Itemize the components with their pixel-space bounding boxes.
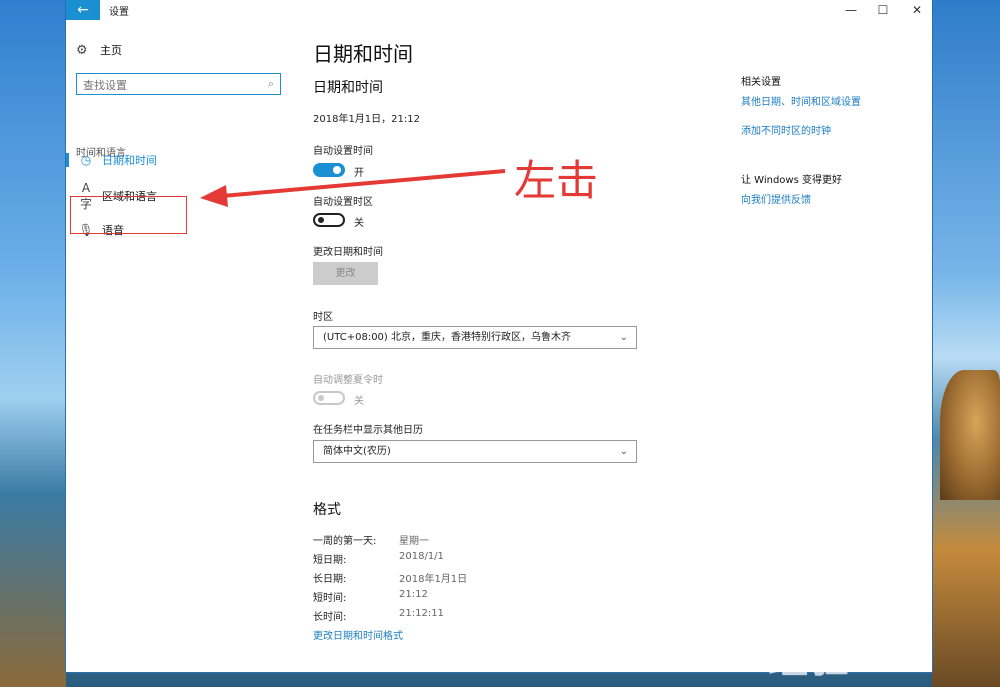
format-value: 星期一 xyxy=(399,536,429,547)
calendar-value: 简体中文(农历) xyxy=(323,446,391,457)
other-settings-link[interactable]: 其他日期、时间和区域设置 xyxy=(741,93,861,108)
maximize-button[interactable]: ☐ xyxy=(866,0,900,20)
watermark-logo: Bai du 经验 xyxy=(768,580,917,682)
minimize-button[interactable]: — xyxy=(834,0,868,20)
settings-window: ← 设置 — ☐ ✕ ⚙ 主页 ⌕ 时间和语言 ◷ 日期和时间 A字 区域和语言… xyxy=(66,0,932,672)
format-key: 一周的第一天: xyxy=(313,536,377,547)
section-title: 日期和时间 xyxy=(313,80,383,96)
watermark-url: jingyan.baidu.com xyxy=(768,634,924,652)
dst-toggle xyxy=(313,391,345,405)
page-title: 日期和时间 xyxy=(313,42,413,66)
search-box: ⌕ xyxy=(76,73,281,95)
baidu-jingyan-watermark: Bai du 经验 jingyan.baidu.com xyxy=(768,580,968,682)
auto-timezone-label: 自动设置时区 xyxy=(313,197,373,208)
change-datetime-label: 更改日期和时间 xyxy=(313,247,383,258)
format-value: 21:12 xyxy=(399,589,428,600)
window-title: 设置 xyxy=(109,7,129,18)
format-key: 短日期: xyxy=(313,555,347,566)
timezone-label: 时区 xyxy=(313,312,333,323)
annotation-highlight-box xyxy=(70,196,187,234)
home-link[interactable]: ⚙ 主页 xyxy=(76,42,122,58)
format-title: 格式 xyxy=(313,502,341,518)
improve-title: 让 Windows 变得更好 xyxy=(741,175,842,186)
format-value: 21:12:11 xyxy=(399,608,444,619)
auto-time-state: 开 xyxy=(354,168,364,179)
feedback-link[interactable]: 向我们提供反馈 xyxy=(741,191,811,206)
home-label: 主页 xyxy=(100,44,122,57)
format-value: 2018/1/1 xyxy=(399,551,444,562)
calendar-label: 在任务栏中显示其他日历 xyxy=(313,425,423,436)
timezone-select[interactable]: (UTC+08:00) 北京，重庆，香港特别行政区，乌鲁木齐 ⌄ xyxy=(313,326,637,349)
add-clocks-link[interactable]: 添加不同时区的时钟 xyxy=(741,122,831,137)
close-button[interactable]: ✕ xyxy=(900,0,934,20)
sidebar-item-label: 日期和时间 xyxy=(102,154,157,167)
desktop-background-left xyxy=(0,0,66,687)
auto-time-label: 自动设置时间 xyxy=(313,146,373,157)
annotation-text: 左击 xyxy=(514,156,599,205)
dst-label: 自动调整夏令时 xyxy=(313,375,383,386)
sidebar: ⚙ 主页 ⌕ 时间和语言 ◷ 日期和时间 A字 区域和语言 🎙 语音 xyxy=(66,20,296,672)
auto-time-toggle[interactable] xyxy=(313,163,345,177)
dst-state: 关 xyxy=(354,396,364,407)
format-key: 短时间: xyxy=(313,593,347,604)
gear-icon: ⚙ xyxy=(76,42,88,58)
search-icon[interactable]: ⌕ xyxy=(268,77,274,91)
change-datetime-button[interactable]: 更改 xyxy=(313,262,378,285)
related-title: 相关设置 xyxy=(741,77,781,88)
background-rock xyxy=(940,370,1000,500)
search-input[interactable] xyxy=(83,76,263,95)
format-key: 长时间: xyxy=(313,612,347,623)
timezone-value: (UTC+08:00) 北京，重庆，香港特别行政区，乌鲁木齐 xyxy=(323,332,572,343)
calendar-clock-icon: ◷ xyxy=(80,153,92,167)
back-button[interactable]: ← xyxy=(66,0,100,20)
format-value: 2018年1月1日 xyxy=(399,574,468,585)
calendar-select[interactable]: 简体中文(农历) ⌄ xyxy=(313,440,637,463)
back-arrow-icon: ← xyxy=(77,2,89,18)
title-bar: ← 设置 — ☐ ✕ xyxy=(66,0,932,20)
chevron-down-icon: ⌄ xyxy=(619,332,628,343)
chevron-down-icon: ⌄ xyxy=(619,446,628,457)
auto-timezone-toggle[interactable] xyxy=(313,213,345,227)
current-datetime: 2018年1月1日，21:12 xyxy=(313,114,420,125)
change-format-link[interactable]: 更改日期和时间格式 xyxy=(313,627,403,642)
auto-timezone-state: 关 xyxy=(354,218,364,229)
sidebar-item-date-time[interactable]: ◷ 日期和时间 xyxy=(66,146,296,174)
format-key: 长日期: xyxy=(313,574,347,585)
